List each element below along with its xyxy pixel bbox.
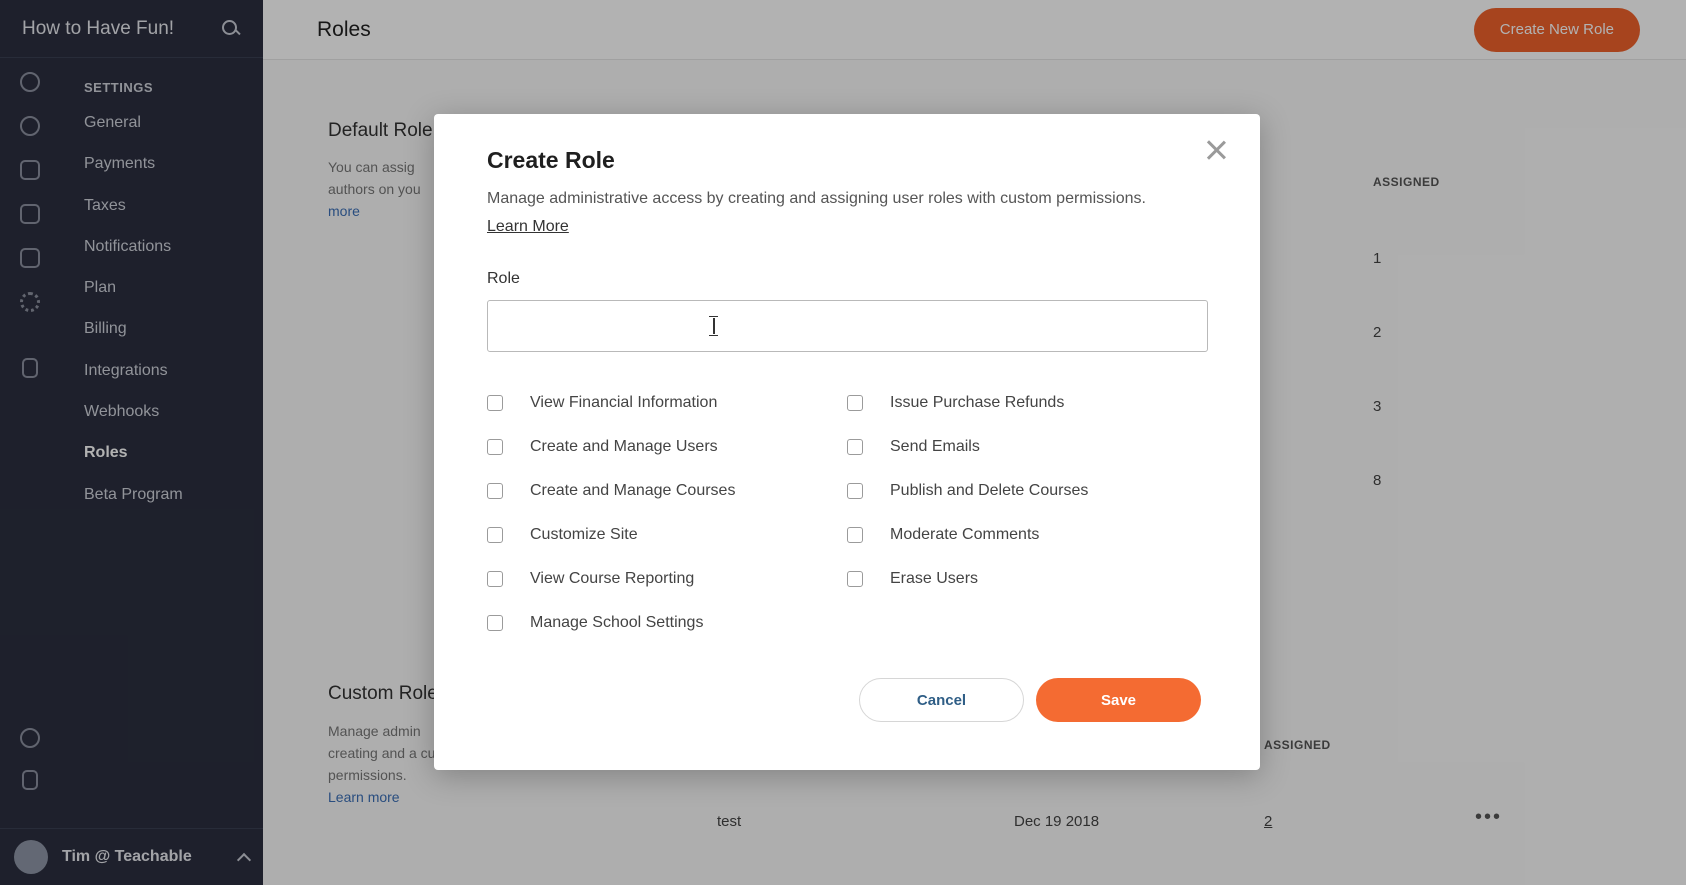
permission-label: Create and Manage Users (530, 438, 718, 455)
permission-label: Customize Site (530, 526, 638, 543)
checkbox[interactable] (847, 483, 863, 499)
checkbox[interactable] (487, 527, 503, 543)
permission-label: Send Emails (890, 438, 980, 455)
create-role-modal: Create Role Manage administrative access… (434, 114, 1260, 770)
permission-publish-and-delete-courses[interactable]: Publish and Delete Courses (847, 482, 1088, 500)
permission-view-course-reporting[interactable]: View Course Reporting (487, 570, 694, 588)
checkbox[interactable] (487, 439, 503, 455)
checkbox[interactable] (847, 527, 863, 543)
permission-label: Publish and Delete Courses (890, 482, 1089, 499)
learn-more-link[interactable]: Learn More (487, 218, 569, 236)
permission-label: Create and Manage Courses (530, 482, 736, 499)
text-cursor-icon (709, 316, 719, 336)
permission-label: View Financial Information (530, 394, 718, 411)
permission-view-financial-information[interactable]: View Financial Information (487, 394, 717, 412)
permission-erase-users[interactable]: Erase Users (847, 570, 978, 588)
permission-create-and-manage-users[interactable]: Create and Manage Users (487, 438, 718, 456)
checkbox[interactable] (487, 615, 503, 631)
permission-customize-site[interactable]: Customize Site (487, 526, 638, 544)
modal-title: Create Role (487, 147, 615, 173)
role-label: Role (487, 270, 520, 287)
permission-moderate-comments[interactable]: Moderate Comments (847, 526, 1039, 544)
modal-description: Manage administrative access by creating… (487, 190, 1146, 207)
checkbox[interactable] (847, 395, 863, 411)
permission-send-emails[interactable]: Send Emails (847, 438, 980, 456)
permission-manage-school-settings[interactable]: Manage School Settings (487, 614, 703, 632)
permission-label: Manage School Settings (530, 614, 704, 631)
close-icon[interactable] (1202, 136, 1230, 164)
role-name-input[interactable] (487, 300, 1208, 352)
checkbox[interactable] (847, 439, 863, 455)
checkbox[interactable] (847, 571, 863, 587)
permission-issue-purchase-refunds[interactable]: Issue Purchase Refunds (847, 394, 1064, 412)
checkbox[interactable] (487, 395, 503, 411)
permission-label: Erase Users (890, 570, 979, 587)
permission-label: View Course Reporting (530, 570, 695, 587)
permission-create-and-manage-courses[interactable]: Create and Manage Courses (487, 482, 735, 500)
checkbox[interactable] (487, 483, 503, 499)
permission-label: Moderate Comments (890, 526, 1040, 543)
cancel-button[interactable]: Cancel (859, 678, 1024, 722)
save-button[interactable]: Save (1036, 678, 1201, 722)
permission-label: Issue Purchase Refunds (890, 394, 1065, 411)
checkbox[interactable] (487, 571, 503, 587)
